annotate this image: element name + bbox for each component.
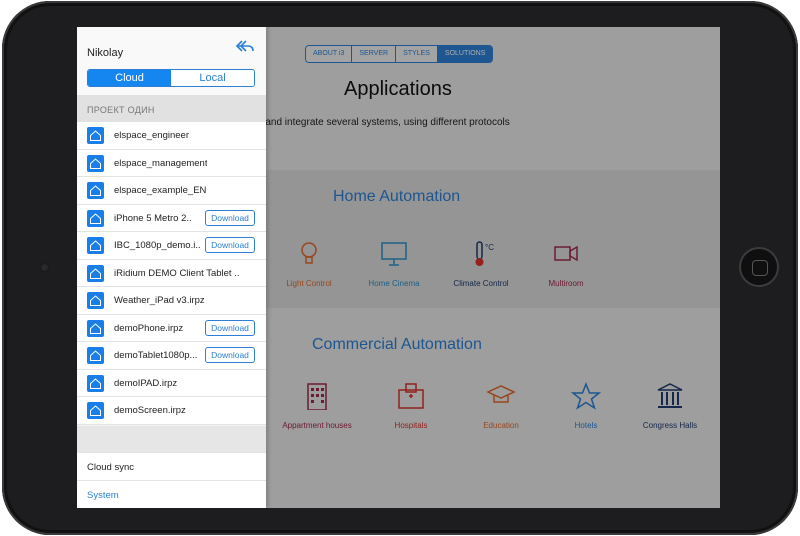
file-name: elspace_engineer: [114, 130, 190, 141]
house-icon: [87, 319, 104, 337]
list-item[interactable]: elspace_example_EN: [77, 177, 266, 205]
house-icon: [87, 292, 104, 309]
list-item[interactable]: elspace_management: [77, 149, 266, 177]
cloud-tab[interactable]: Cloud: [88, 70, 171, 86]
list-item[interactable]: demoPhone.irpz Download: [77, 314, 266, 342]
list-item[interactable]: demoScreen.irpz: [77, 397, 266, 425]
list-item[interactable]: demoIPAD.irpz: [77, 369, 266, 397]
download-button[interactable]: Download: [205, 347, 255, 363]
user-name: Nikolay: [87, 47, 124, 59]
file-name: demoIPAD.irpz: [114, 377, 178, 389]
file-name: demoPhone.irpz: [114, 322, 184, 334]
download-button[interactable]: Download: [205, 319, 255, 336]
house-icon: [87, 374, 104, 392]
file-name: iPhone 5 Metro 2..: [114, 212, 192, 224]
file-name: demoScreen.irpz: [114, 405, 186, 416]
house-icon: [87, 237, 104, 254]
file-name: elspace_example_EN: [114, 185, 207, 196]
house-icon: [87, 264, 104, 282]
list-item[interactable]: demoTablet1080p... Download: [77, 342, 266, 370]
file-name: iRidium DEMO Client Tablet ..: [114, 267, 240, 279]
panel-spacer: [77, 426, 266, 452]
download-button[interactable]: Download: [205, 209, 255, 226]
project-file-list: elspace_engineer elspace_management elsp…: [77, 122, 266, 425]
file-name: Weather_iPad v3.irpz: [114, 295, 205, 306]
panel-header: Nikolay Cloud Local: [77, 27, 266, 95]
house-icon: [87, 402, 104, 419]
list-item[interactable]: elspace_engineer: [77, 122, 266, 150]
front-camera: [40, 263, 49, 272]
screen: ABOUT i3 SERVER STYLES SOLUTIONS Applica…: [77, 27, 720, 508]
project-header-label: ПРОЕКТ ОДИН: [87, 105, 155, 115]
list-item[interactable]: iPhone 5 Metro 2.. Download: [77, 204, 266, 232]
file-name: demoTablet1080p...: [114, 350, 198, 361]
house-icon: [87, 154, 104, 172]
back-arrow-icon[interactable]: [235, 38, 255, 54]
cloud-sync-label: Cloud sync: [87, 462, 134, 473]
list-item[interactable]: iRidium DEMO Client Tablet ..: [77, 259, 266, 287]
house-icon: [87, 209, 104, 227]
local-tab[interactable]: Local: [171, 70, 254, 86]
system-row[interactable]: System: [77, 480, 266, 508]
cloud-sync-row[interactable]: Cloud sync: [77, 452, 266, 480]
list-item[interactable]: IBC_1080p_demo.i.. Download: [77, 232, 266, 260]
project-section-header: ПРОЕКТ ОДИН: [77, 95, 266, 122]
system-label: System: [87, 490, 119, 501]
download-button[interactable]: Download: [205, 237, 255, 253]
home-button[interactable]: [739, 247, 779, 287]
file-name: IBC_1080p_demo.i..: [114, 240, 201, 251]
house-icon: [87, 127, 104, 144]
file-name: elspace_management: [114, 157, 208, 169]
house-icon: [87, 347, 104, 364]
list-item[interactable]: Weather_iPad v3.irpz: [77, 287, 266, 315]
projects-side-panel: Nikolay Cloud Local ПРОЕКТ ОДИН elspace_…: [77, 27, 266, 508]
storage-segmented-control: Cloud Local: [87, 69, 255, 87]
house-icon: [87, 182, 104, 199]
